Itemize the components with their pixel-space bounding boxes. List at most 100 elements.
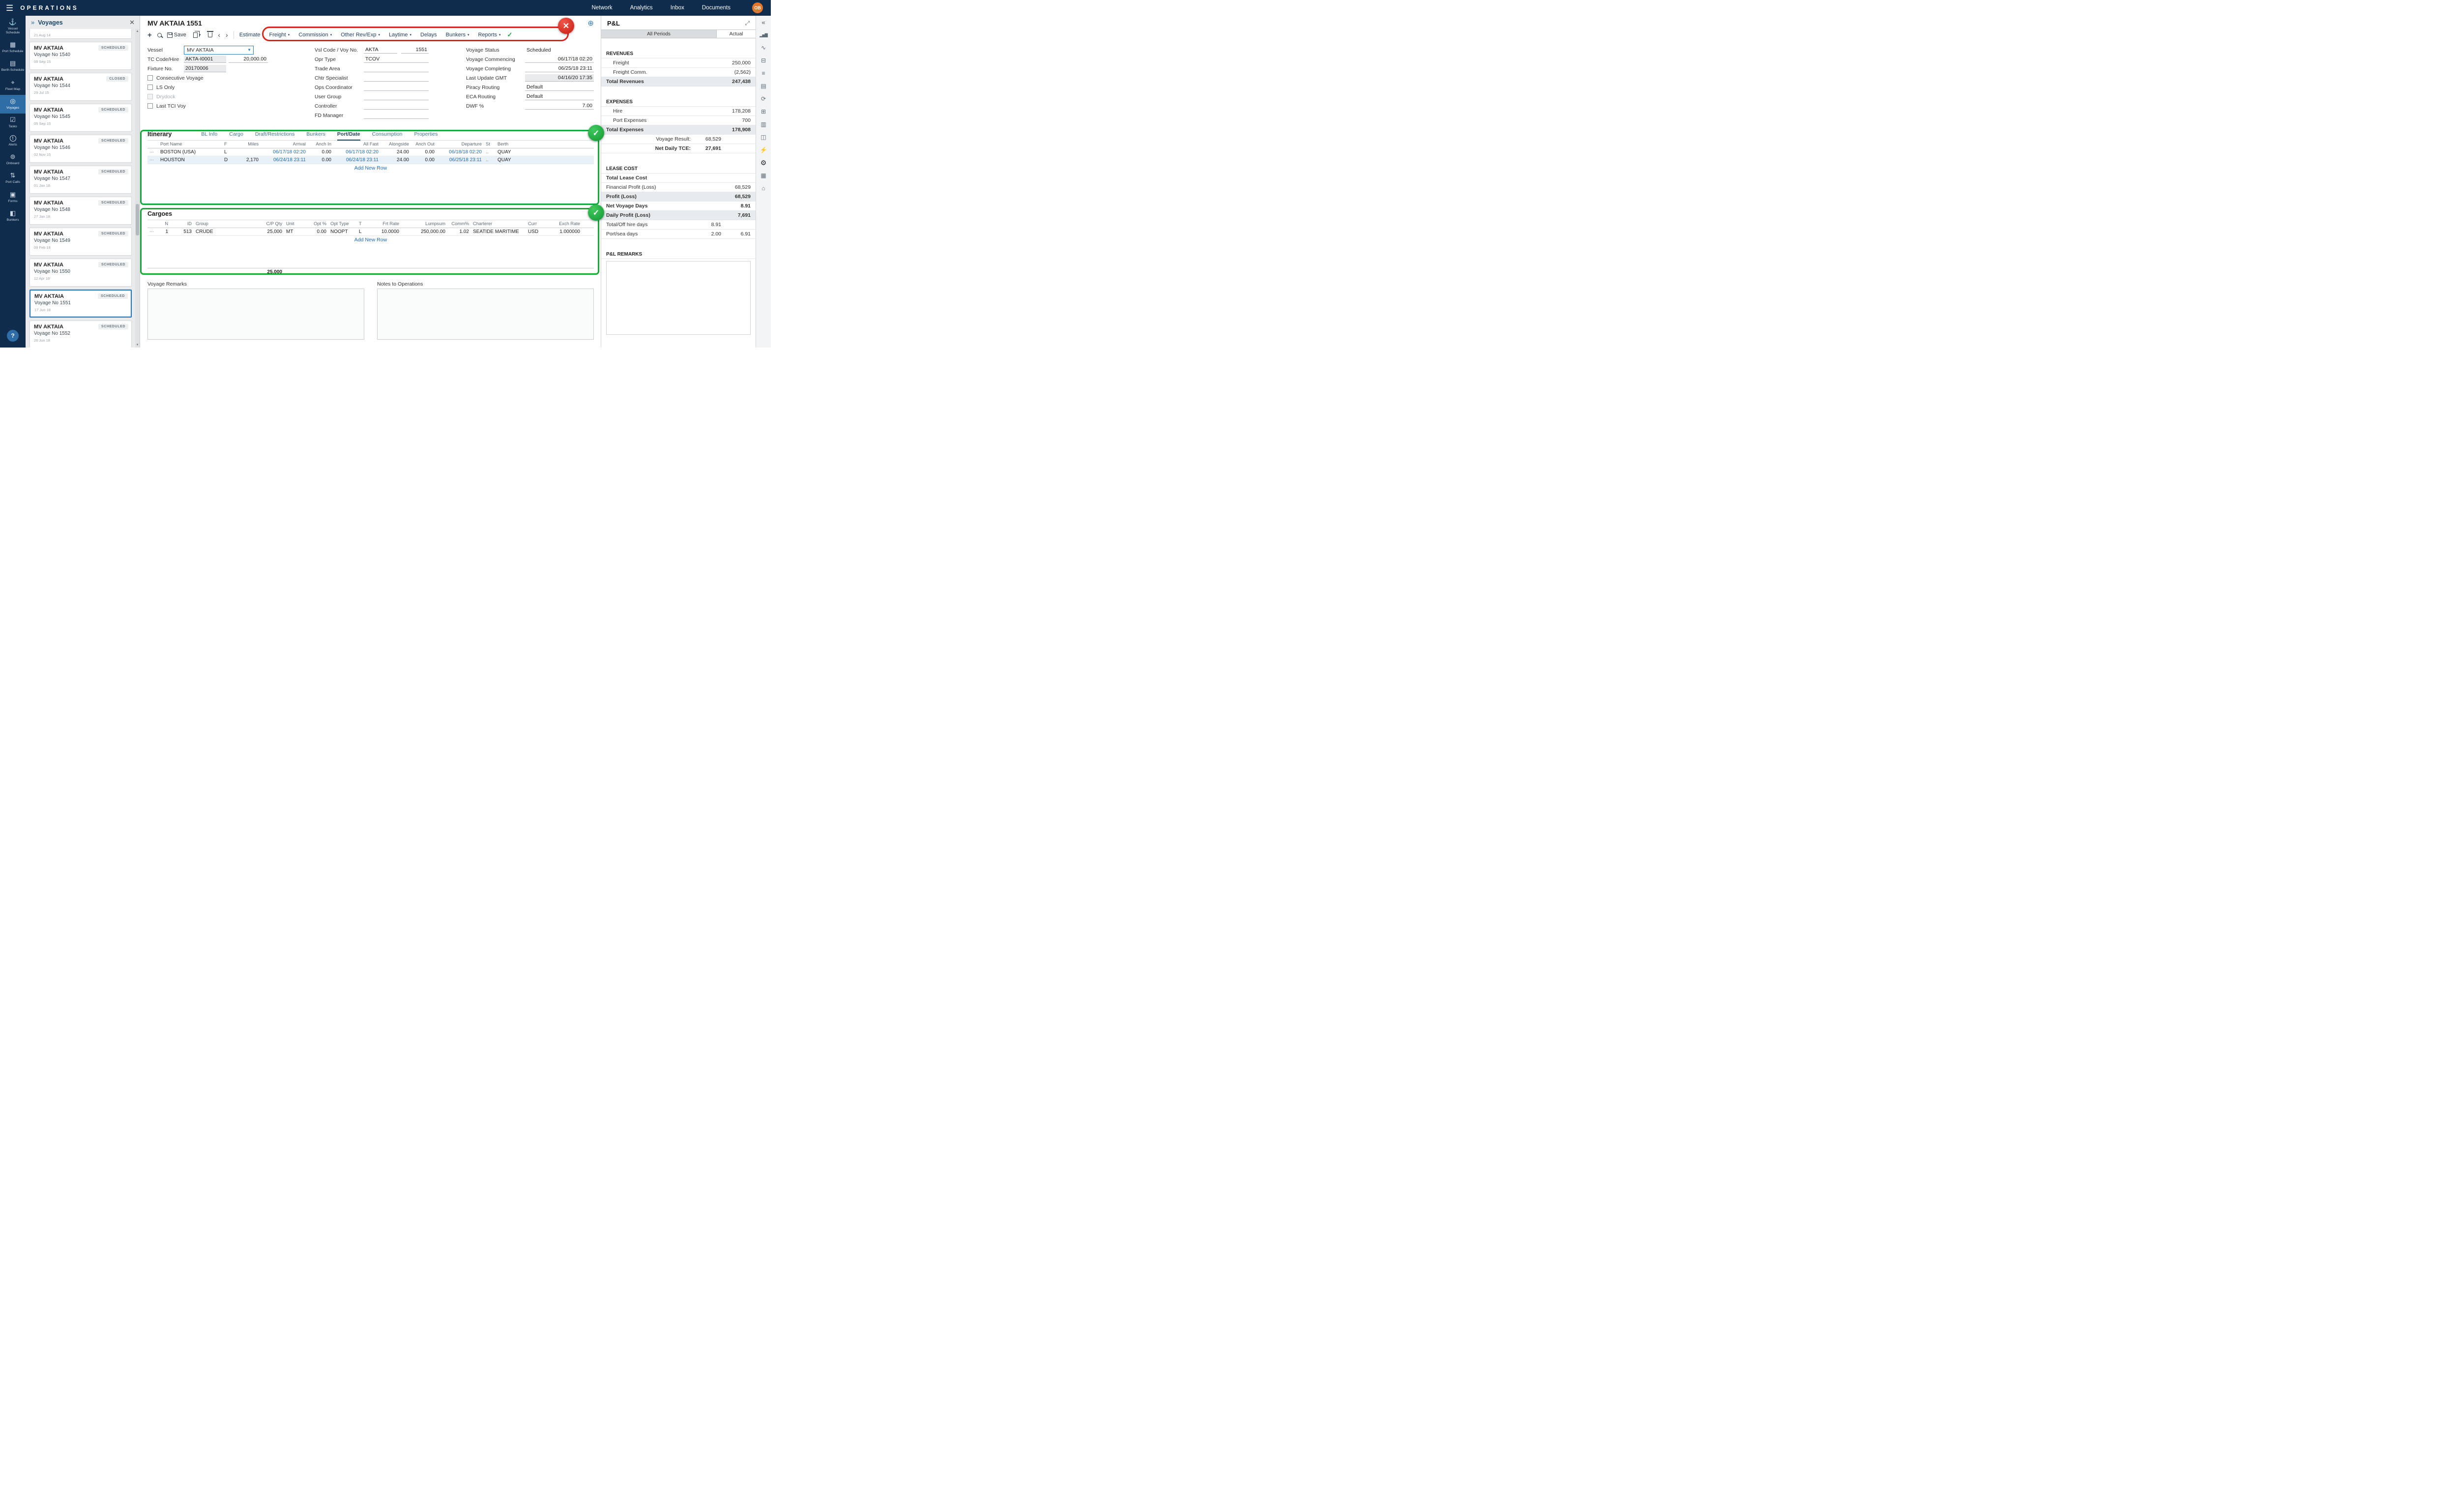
- cargoes-add-row-link[interactable]: Add New Row: [147, 236, 594, 244]
- cell-unit[interactable]: MT: [284, 228, 305, 235]
- field-ops-coordinator[interactable]: [364, 84, 429, 91]
- truck-icon[interactable]: ⊟: [761, 58, 766, 64]
- tab-consumption[interactable]: Consumption: [372, 131, 403, 140]
- hamburger-menu-icon[interactable]: ☰: [6, 4, 13, 12]
- voyage-card-voyage-no-1547[interactable]: MV AKTAIA Voyage No 1547 01 Jan 18 SCHED…: [29, 166, 132, 194]
- field-opr-type[interactable]: TCOV: [364, 56, 429, 63]
- voyage-card-voyage-no-1548[interactable]: MV AKTAIA Voyage No 1548 27 Jan 18 SCHED…: [29, 197, 132, 225]
- voyage-card-voyage-no-1551[interactable]: MV AKTAIA Voyage No 1551 17 Jun 18 SCHED…: [29, 290, 132, 318]
- cell-comm[interactable]: 1.02: [447, 228, 471, 235]
- field-dwf[interactable]: 7.00: [525, 102, 594, 110]
- voyage-card-voyage-no-1549[interactable]: MV AKTAIA Voyage No 1549 09 Feb 18 SCHED…: [29, 228, 132, 256]
- package-icon[interactable]: ◫: [761, 134, 766, 141]
- voyage-card-voyage-no-1552[interactable]: MV AKTAIA Voyage No 1552 26 Jun 18 SCHED…: [29, 320, 132, 348]
- cell-anch_out[interactable]: 0.00: [411, 156, 437, 164]
- checkbox-consecutive-voyage[interactable]: Consecutive Voyage: [147, 73, 279, 83]
- tc-code-field[interactable]: AKTA-I0001: [184, 56, 226, 63]
- scroll-down-icon[interactable]: ▼: [135, 343, 140, 348]
- field-chtr-specialist[interactable]: [364, 74, 429, 82]
- voyages-scrollbar[interactable]: ▲ ▼: [135, 29, 140, 348]
- cell-f[interactable]: L: [222, 148, 235, 156]
- row-menu-icon[interactable]: ⋯: [147, 228, 158, 235]
- notes-to-operations-input[interactable]: [377, 289, 594, 340]
- voyage-card-partial[interactable]: 21 Aug 14: [29, 29, 132, 39]
- menu-delays[interactable]: Delays: [420, 32, 437, 38]
- cell-port[interactable]: HOUSTON: [158, 156, 222, 164]
- hire-field[interactable]: 20,000.00: [229, 56, 268, 63]
- pnl-tab-actual[interactable]: Actual: [716, 30, 756, 38]
- next-voyage-button[interactable]: ›: [226, 31, 228, 38]
- menu-estimate[interactable]: Estimate: [239, 32, 261, 38]
- sidebar-item-fleet-map[interactable]: ⌖ Fleet Map: [0, 76, 26, 95]
- cell-opt_pct[interactable]: 0.00: [305, 228, 328, 235]
- menu-bunkers[interactable]: Bunkers▾: [446, 32, 469, 38]
- cell-berth[interactable]: QUAY: [496, 156, 530, 164]
- sidebar-item-forms[interactable]: ▣ Forms: [0, 188, 26, 207]
- scrollbar-thumb[interactable]: [136, 204, 139, 235]
- cell-anch_out[interactable]: 0.00: [411, 148, 437, 156]
- voyage-remarks-input[interactable]: [147, 289, 364, 340]
- sidebar-item-alerts[interactable]: ! Alerts: [0, 132, 26, 150]
- pnl-remarks-box[interactable]: [606, 261, 751, 335]
- save-button[interactable]: Save: [167, 32, 186, 38]
- checkbox-ls-only[interactable]: LS Only: [147, 83, 279, 92]
- sync-icon[interactable]: ⟳: [761, 96, 766, 102]
- layers-icon[interactable]: ≡: [761, 70, 765, 77]
- bar-chart-icon[interactable]: ▂▅▇: [760, 32, 767, 38]
- field-fd-manager[interactable]: [364, 112, 429, 119]
- voyage-card-voyage-no-1550[interactable]: MV AKTAIA Voyage No 1550 12 Apr 18 SCHED…: [29, 259, 132, 287]
- field-trade-area[interactable]: [364, 65, 429, 72]
- close-icon[interactable]: ✕: [129, 19, 135, 27]
- menu-laytime[interactable]: Laytime▾: [389, 32, 411, 38]
- voyage-card-voyage-no-1545[interactable]: MV AKTAIA Voyage No 1545 05 Sep 15 SCHED…: [29, 104, 132, 132]
- tab-cargo[interactable]: Cargo: [229, 131, 243, 140]
- cell-miles[interactable]: 2,170: [235, 156, 261, 164]
- expand-panel-icon[interactable]: »: [31, 19, 34, 26]
- topnav-documents[interactable]: Documents: [702, 5, 731, 11]
- cell-all_fast[interactable]: 06/24/18 23:11: [333, 156, 380, 164]
- scroll-up-icon[interactable]: ▲: [135, 29, 140, 34]
- cell-st[interactable]: ..: [484, 156, 496, 164]
- search-button[interactable]: [157, 33, 162, 37]
- sidebar-item-berth-schedule[interactable]: ▤ Berth Schedule: [0, 57, 26, 76]
- help-button[interactable]: ?: [7, 330, 19, 342]
- columns-icon[interactable]: ▦: [761, 173, 766, 179]
- tab-bunkers[interactable]: Bunkers: [306, 131, 325, 140]
- sidebar-item-onboard[interactable]: ⊚ Onboard: [0, 150, 26, 169]
- sidebar-item-voyages[interactable]: ◎ Voyages: [0, 95, 26, 114]
- fixture-field[interactable]: 20170006: [184, 65, 226, 72]
- clipboard-icon[interactable]: ▤: [761, 83, 766, 89]
- cell-curr[interactable]: USD: [526, 228, 543, 235]
- tab-bl-info[interactable]: BL Info: [201, 131, 217, 140]
- expand-icon[interactable]: ⤢: [745, 20, 750, 27]
- itinerary-add-row-link[interactable]: Add New Row: [147, 164, 594, 172]
- cell-alongside[interactable]: 24.00: [380, 148, 411, 156]
- bolt-icon[interactable]: ⚡: [760, 147, 767, 153]
- grid-icon[interactable]: ⊞: [761, 109, 766, 115]
- cell-charterer[interactable]: SEATIDE MARITIME: [471, 228, 526, 235]
- topnav-analytics[interactable]: Analytics: [630, 5, 653, 11]
- menu-freight[interactable]: Freight▾: [269, 32, 290, 38]
- field-voyage-completing[interactable]: 06/25/18 23:11: [525, 65, 594, 72]
- vessel-select[interactable]: MV AKTAIA ▼: [184, 46, 254, 55]
- cell-group[interactable]: CRUDE: [194, 228, 239, 235]
- field-voyage-commencing[interactable]: 06/17/18 02:20: [525, 56, 594, 63]
- cell-exch[interactable]: 1.000000: [543, 228, 582, 235]
- row-menu-icon[interactable]: ⋯: [147, 156, 158, 164]
- field-vsl-code-voy-no-2[interactable]: 1551: [401, 46, 429, 54]
- row-menu-icon[interactable]: ⋯: [147, 148, 158, 156]
- previous-voyage-button[interactable]: ‹: [218, 31, 220, 38]
- sidebar-item-vessel-schedule[interactable]: ⚓ Vessel Schedule: [0, 16, 26, 38]
- field-controller[interactable]: [364, 102, 429, 110]
- tab-draft-restrictions[interactable]: Draft/Restrictions: [255, 131, 295, 140]
- menu-reports[interactable]: Reports▾: [478, 32, 501, 38]
- menu-other-rev-exp[interactable]: Other Rev/Exp▾: [341, 32, 380, 38]
- checkbox-last-tci-voy[interactable]: Last TCI Voy: [147, 101, 279, 111]
- menu-commission[interactable]: Commission▾: [298, 32, 332, 38]
- cell-port[interactable]: BOSTON (USA): [158, 148, 222, 156]
- sidebar-item-port-calls[interactable]: ⇅ Port Calls: [0, 169, 26, 188]
- sidebar-item-tasks[interactable]: ☑ Tasks: [0, 114, 26, 132]
- activity-icon[interactable]: ∿: [761, 45, 766, 51]
- add-button[interactable]: +: [147, 31, 152, 39]
- cell-qty[interactable]: 25,000: [239, 228, 284, 235]
